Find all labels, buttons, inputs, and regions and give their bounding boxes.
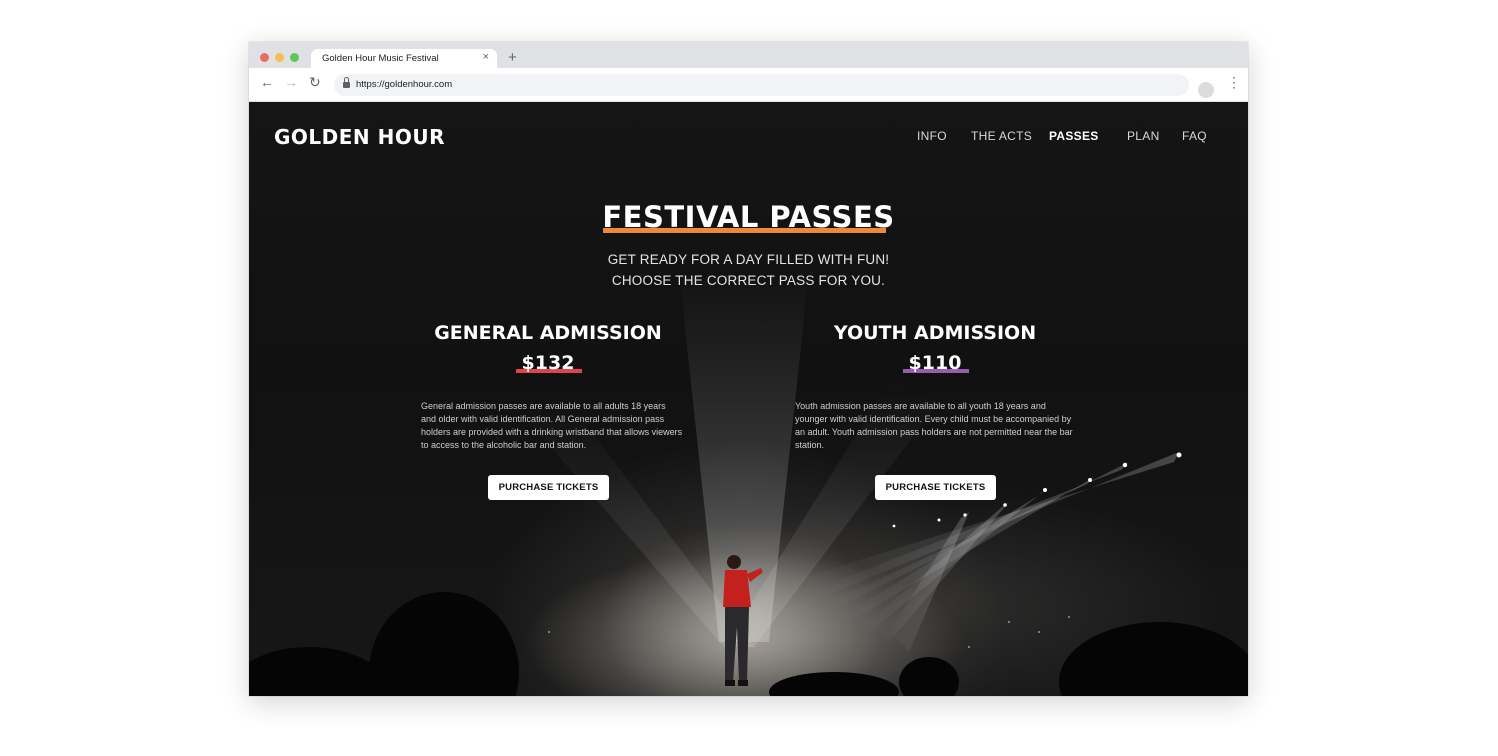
browser-window: Golden Hour Music Festival × + ← → ↻ htt… <box>249 42 1248 696</box>
general-admission-title: GENERAL ADMISSION <box>434 322 662 344</box>
performer-on-stage <box>723 555 763 686</box>
subtitle-line-2: CHOOSE THE CORRECT PASS FOR YOU. <box>611 273 886 288</box>
close-tab-icon[interactable]: × <box>483 51 489 63</box>
nav-plan[interactable]: PLAN <box>1127 129 1160 143</box>
general-purchase-button[interactable]: PURCHASE TICKETS <box>488 475 609 500</box>
address-bar[interactable]: https://goldenhour.com ☆ <box>334 74 1189 96</box>
menu-dots-icon[interactable]: ⋮ <box>1227 75 1241 89</box>
tab-strip: Golden Hour Music Festival × + <box>249 42 1248 68</box>
page-title: FESTIVAL PASSES <box>602 200 895 234</box>
forward-arrow-icon[interactable]: → <box>284 75 298 89</box>
nav-faq[interactable]: FAQ <box>1182 129 1207 143</box>
browser-toolbar: ← → ↻ https://goldenhour.com ☆ <box>249 68 1248 102</box>
general-admission-description: General admission passes are available t… <box>421 401 683 450</box>
youth-admission-description: Youth admission passes are available to … <box>795 401 1073 450</box>
site-logo[interactable]: GOLDEN HOUR <box>274 125 445 149</box>
profile-icon[interactable] <box>1198 82 1214 98</box>
festival-page: GOLDEN HOUR INFO THE ACTS PASSES PLAN FA… <box>249 102 1248 696</box>
new-tab-icon[interactable]: + <box>508 50 517 65</box>
back-arrow-icon[interactable]: ← <box>260 75 274 89</box>
youth-admission-price: $110 <box>908 352 962 374</box>
youth-admission-title: YOUTH ADMISSION <box>833 322 1037 344</box>
tab-title: Golden Hour Music Festival <box>322 53 439 64</box>
youth-purchase-button[interactable]: PURCHASE TICKETS <box>875 475 996 500</box>
url-text[interactable]: https://goldenhour.com <box>356 79 452 90</box>
nav-info[interactable]: INFO <box>917 129 947 143</box>
general-admission-price: $132 <box>521 352 575 374</box>
minimize-window-button[interactable] <box>275 53 284 62</box>
close-window-button[interactable] <box>260 53 269 62</box>
maximize-window-button[interactable] <box>290 53 299 62</box>
browser-tab[interactable]: Golden Hour Music Festival × <box>311 49 497 68</box>
reload-icon[interactable]: ↻ <box>309 75 321 89</box>
lock-icon <box>343 77 350 88</box>
nav-the-acts[interactable]: THE ACTS <box>971 129 1032 143</box>
subtitle-line-1: GET READY FOR A DAY FILLED WITH FUN! <box>607 252 890 267</box>
nav-passes[interactable]: PASSES <box>1049 129 1099 143</box>
